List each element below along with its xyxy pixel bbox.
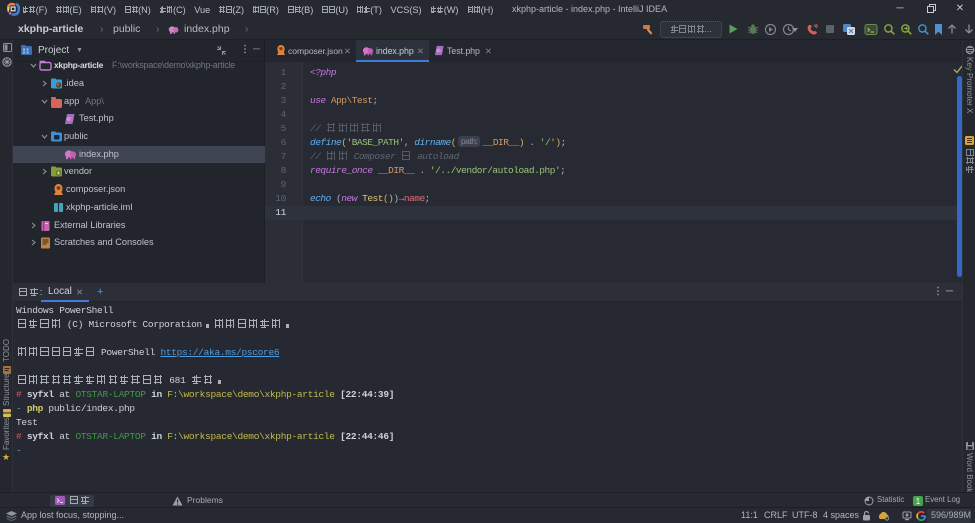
svg-text:1: 1 xyxy=(916,497,921,506)
